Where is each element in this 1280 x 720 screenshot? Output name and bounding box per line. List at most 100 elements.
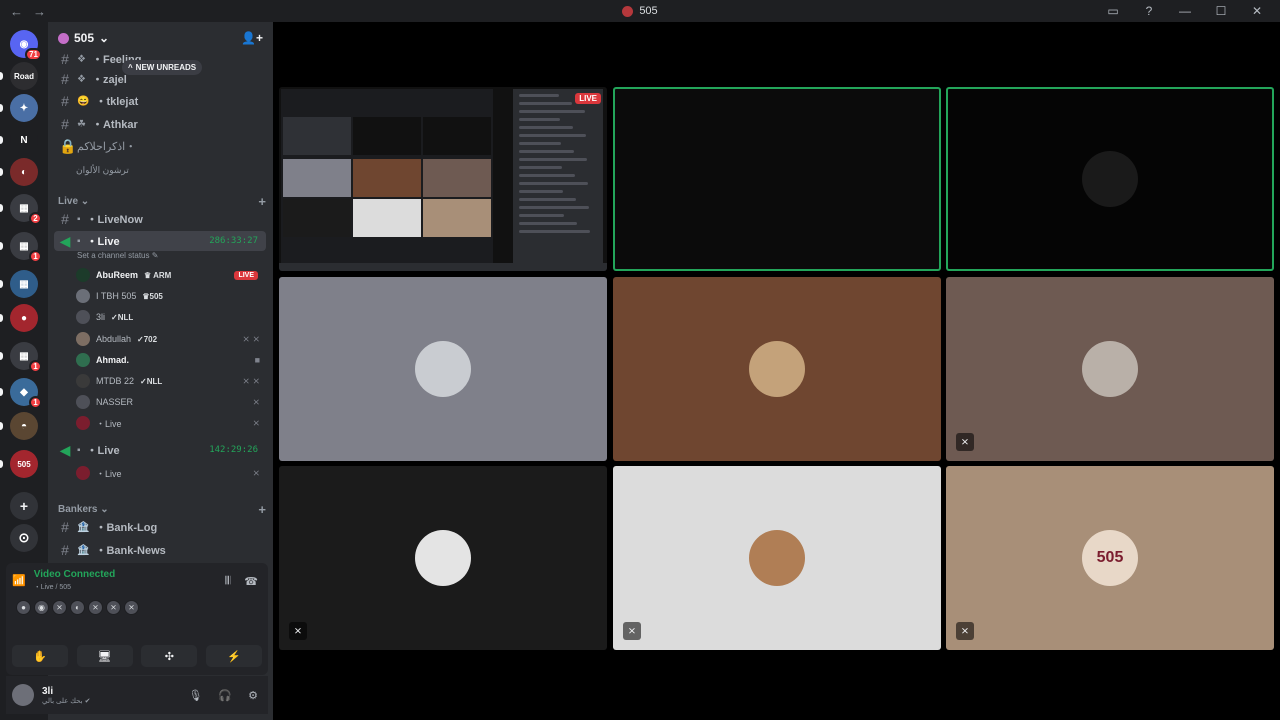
server-icon-4[interactable]: ◐ <box>10 158 38 186</box>
tile-user-1[interactable] <box>279 277 607 461</box>
signal-icon[interactable]: 📶 <box>12 574 26 587</box>
channel-bank-1[interactable]: # 🏦 ・Bank-News <box>54 540 266 560</box>
category-bankers[interactable]: Bankers ⌄ + <box>58 502 266 517</box>
member-name: I TBH 505 <box>96 291 137 301</box>
participant-avatar[interactable]: ● <box>16 600 31 615</box>
participant-avatar[interactable]: ⨯ <box>106 600 121 615</box>
server-icon-10[interactable]: ◆ 1 <box>10 378 42 409</box>
invite-people-icon[interactable]: 👤+ <box>241 31 263 45</box>
channel-2[interactable]: # 😄 ・tklejat <box>54 91 266 111</box>
avatar[interactable] <box>12 684 34 706</box>
screen-share-icon[interactable]: ▭ <box>1102 4 1124 18</box>
voice-member[interactable]: Abdullah ✓702 ⨯ ⨯ <box>76 329 266 349</box>
microphone-icon[interactable]: 🎙 <box>188 689 202 702</box>
participant-avatar <box>749 341 805 397</box>
channel-bank-0[interactable]: # 🏦 ・Bank-Log <box>54 517 266 537</box>
muted-icon: ⨯ <box>252 417 260 428</box>
voice-member[interactable]: Ahmad. ■ <box>76 350 266 370</box>
username[interactable]: 3li <box>42 686 90 697</box>
tile-user-2[interactable] <box>613 277 941 461</box>
soundboard-button[interactable]: ⚡ <box>205 645 262 667</box>
channel-name: ・Bank-News <box>95 545 166 557</box>
settings-gear-icon[interactable]: ⚙ <box>248 689 258 702</box>
voice-member[interactable]: ・Live ⨯ <box>76 463 266 483</box>
participant-avatar[interactable]: ⨯ <box>52 600 67 615</box>
screen-share-button[interactable]: 🖥 <box>76 645 133 667</box>
category-live[interactable]: Live ⌄ + <box>58 194 266 209</box>
channel-3[interactable]: # ☘ ・Athkar <box>54 114 266 134</box>
bank-icon: 🏦 <box>77 544 90 556</box>
muted-icon: ⨯ ⨯ <box>242 375 260 386</box>
new-unreads-badge[interactable]: ^ NEW UNREADS <box>122 60 203 75</box>
help-icon[interactable]: ? <box>1138 4 1160 18</box>
hash-icon: # <box>61 542 69 558</box>
tile-user-3[interactable]: ⨯ <box>946 277 1274 461</box>
camera-dark-2[interactable] <box>946 87 1274 271</box>
back-arrow-icon[interactable]: ← <box>10 4 23 19</box>
channel-livenow[interactable]: # ▪ ・LiveNow <box>54 209 266 229</box>
chat-line <box>519 118 560 121</box>
voice-member[interactable]: 3li ✓NLL <box>76 307 266 327</box>
add-server-button[interactable]: + <box>10 492 38 520</box>
broadcast-icon: ▪ <box>77 235 81 247</box>
close-button[interactable]: ✕ <box>1246 4 1268 18</box>
voice-member[interactable]: MTDB 22 ✓NLL ⨯ ⨯ <box>76 371 266 391</box>
participant-avatar[interactable]: ◐ <box>70 600 85 615</box>
minimize-button[interactable]: — <box>1174 4 1196 18</box>
server-icon-6[interactable]: ▦ 1 <box>10 232 42 263</box>
server-icon-3[interactable]: N <box>10 126 38 154</box>
connected-channel[interactable]: ・Live / 505 <box>34 582 116 592</box>
voice-member[interactable]: NASSER ⨯ <box>76 392 266 412</box>
stream-taskbar <box>279 263 607 271</box>
server-icon-12[interactable]: 505 <box>10 450 38 478</box>
thread-item[interactable]: ترشون الألوان <box>54 160 266 180</box>
connection-status[interactable]: Video Connected <box>34 569 116 580</box>
server-name: 505 <box>74 31 95 45</box>
voice-member[interactable]: ・Live ⨯ <box>76 413 266 433</box>
add-channel-icon[interactable]: + <box>258 502 266 517</box>
server-icon-9[interactable]: ▦ 1 <box>10 342 42 373</box>
stream-abureem[interactable]: LIVE <box>279 87 607 271</box>
stream-preview-tile <box>353 117 421 155</box>
participant-avatar <box>1082 151 1138 207</box>
channel-name: ・Bank-Log <box>95 522 158 534</box>
server-icon-11[interactable]: ◓ <box>10 412 38 440</box>
server-icon-8[interactable]: ● <box>10 304 38 332</box>
discover-icon[interactable]: ⊙ <box>10 524 38 552</box>
server-icon-5[interactable]: ▦ 2 <box>10 194 42 225</box>
soundboard-icon[interactable]: 𝄃𝄃 <box>225 575 230 588</box>
tile-user-4[interactable]: ⨯ <box>279 466 607 650</box>
participant-avatar[interactable]: ⨯ <box>88 600 103 615</box>
server-icon-0[interactable]: ◉ 71 <box>10 30 42 61</box>
tile-user-5[interactable]: ⨯ <box>613 466 941 650</box>
locked-channel[interactable]: 🔒 اذكراحلاكم・ <box>54 136 266 156</box>
set-channel-status[interactable]: Set a channel status ✎ <box>77 251 158 260</box>
participant-avatar[interactable]: ◉ <box>34 600 49 615</box>
activities-button[interactable]: ✣ <box>141 645 198 667</box>
stream-preview-tile <box>353 199 421 237</box>
camera-dark-room[interactable] <box>613 87 941 271</box>
server-icon-1[interactable]: Road <box>10 62 38 90</box>
disconnect-icon[interactable]: ☎ <box>244 575 258 588</box>
muted-icon: ⨯ <box>956 622 974 640</box>
raise-hand-button[interactable]: ✋ <box>12 645 68 667</box>
headset-icon[interactable]: 🎧 <box>218 689 232 702</box>
unread-pill <box>0 204 3 212</box>
server-icon-2[interactable]: ✦ <box>10 94 38 122</box>
status-icons: ⨯ <box>252 397 260 408</box>
server-icon-7[interactable]: ▦ <box>10 270 38 298</box>
voice-channel-live-2[interactable]: ◀ ▪ ・Live 142:29:26 <box>54 440 266 460</box>
avatar <box>76 289 90 303</box>
voice-member[interactable]: AbuReem ♛ ARM LIVE <box>76 265 266 285</box>
muted-icon: ⨯ <box>623 622 641 640</box>
forward-arrow-icon[interactable]: → <box>33 4 46 19</box>
participant-avatar[interactable]: ⨯ <box>124 600 139 615</box>
live-badge: LIVE <box>234 270 258 280</box>
voice-channel-live[interactable]: ◀ ▪ ・Live 286:33:27 <box>54 231 266 251</box>
tile-user-6[interactable]: 505 ⨯ <box>946 466 1274 650</box>
voice-member[interactable]: I TBH 505 ♛505 <box>76 286 266 306</box>
window-title: 505 <box>0 5 1280 17</box>
maximize-button[interactable]: ☐ <box>1210 4 1232 18</box>
add-channel-icon[interactable]: + <box>258 194 266 209</box>
chat-line <box>519 142 561 145</box>
